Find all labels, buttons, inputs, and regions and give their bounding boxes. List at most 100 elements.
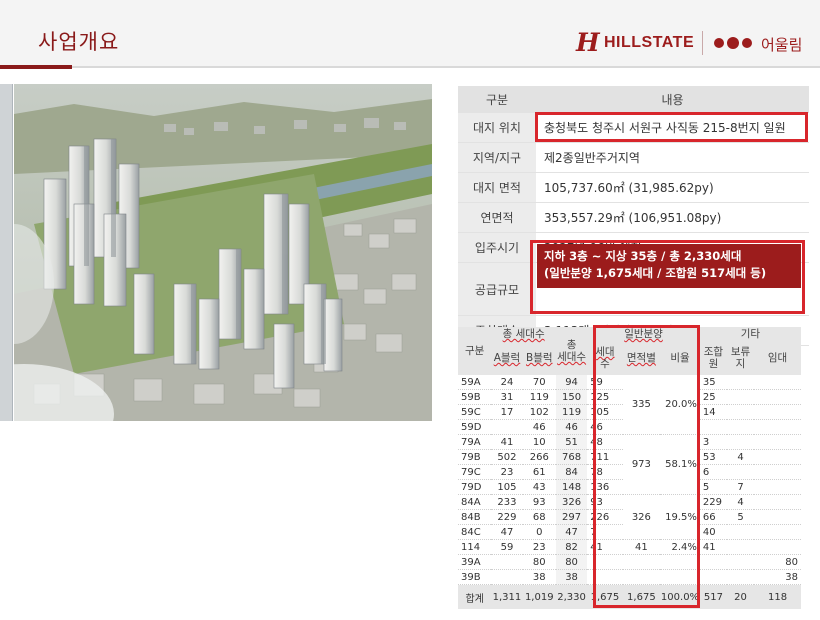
cell-rental: 80 (754, 554, 801, 570)
cell-rental (754, 464, 801, 480)
cell-reserve (726, 434, 755, 450)
cell-type: 59C (458, 404, 492, 420)
total-cell-reserve: 20 (726, 584, 755, 609)
cell-b: 102 (522, 404, 556, 420)
head-total-units: 총 세대수 (491, 327, 556, 341)
cell-a (491, 554, 523, 570)
cell-a: 105 (491, 479, 523, 495)
cell-union (699, 419, 727, 435)
brand-h-mark: H (576, 28, 600, 57)
cell-union: 6 (699, 464, 727, 480)
cell-total: 80 (555, 554, 588, 570)
cell-reserve (726, 569, 755, 585)
head-other: 기타 (699, 327, 801, 341)
cell-a (491, 569, 523, 585)
cell-total: 150 (555, 389, 588, 405)
info-label: 대지 면적 (458, 172, 536, 203)
cell-total: 38 (555, 569, 588, 585)
cell-a: 41 (491, 434, 523, 450)
head-total-line1: 총 (566, 339, 577, 351)
cell-type: 79D (458, 479, 492, 495)
cell-rental (754, 404, 801, 420)
brand-sub: 어울림 (761, 36, 803, 54)
cell-reserve (726, 404, 755, 420)
brand-separator (702, 31, 703, 55)
cell-a: 23 (491, 464, 523, 480)
cell-total: 297 (555, 509, 588, 525)
cell-b: 0 (522, 524, 556, 540)
info-value: 제2종일반주거지역 (536, 142, 809, 173)
cell-total: 82 (555, 539, 588, 555)
cell-rental (754, 494, 801, 510)
cell-total: 84 (555, 464, 588, 480)
cell-type: 59B (458, 389, 492, 405)
cell-reserve (726, 375, 755, 390)
cell-b: 61 (522, 464, 556, 480)
aerial-rendering-graphic (14, 84, 432, 421)
cell-union: 229 (699, 494, 727, 510)
cell-b: 266 (522, 449, 556, 465)
cell-b: 80 (522, 554, 556, 570)
location-highlight-box (535, 112, 808, 142)
cell-union: 25 (699, 389, 727, 405)
cell-type: 84A (458, 494, 492, 510)
info-value: 353,557.29㎡ (106,951.08py) (536, 202, 809, 233)
cell-reserve (726, 554, 755, 570)
head-union: 조합 원 (699, 341, 727, 375)
cell-rental (754, 375, 801, 390)
cell-type: 84B (458, 509, 492, 525)
cell-a: 31 (491, 389, 523, 405)
header-accent-bar (0, 65, 72, 69)
brand-name: HILLSTATE (604, 34, 695, 51)
cell-reserve (726, 539, 755, 555)
cell-union: 14 (699, 404, 727, 420)
info-head-content: 내용 (536, 86, 809, 113)
head-total: 총 세대수 (555, 327, 588, 375)
cell-type: 59A (458, 375, 492, 390)
cell-rental (754, 539, 801, 555)
cell-a: 59 (491, 539, 523, 555)
cell-union: 3 (699, 434, 727, 450)
total-cell-total: 2,330 (555, 584, 588, 609)
cell-union: 53 (699, 449, 727, 465)
total-cell-a: 1,311 (491, 584, 523, 609)
cell-total: 47 (555, 524, 588, 540)
cell-b: 68 (522, 509, 556, 525)
cell-rental (754, 509, 801, 525)
info-row-floor-area: 연면적 353,557.29㎡ (106,951.08py) (458, 202, 809, 233)
cell-reserve (726, 419, 755, 435)
cell-b: 23 (522, 539, 556, 555)
info-label: 입주시기 (458, 232, 536, 263)
cell-reserve: 7 (726, 479, 755, 495)
aerial-rendering-image (14, 84, 432, 421)
cell-rental (754, 389, 801, 405)
cell-type: 79B (458, 449, 492, 465)
cell-union: 66 (699, 509, 727, 525)
cell-total: 119 (555, 404, 588, 420)
head-type: 구분 (458, 327, 492, 375)
cell-union: 40 (699, 524, 727, 540)
cell-b: 10 (522, 434, 556, 450)
cell-b: 93 (522, 494, 556, 510)
header-divider (0, 66, 820, 68)
info-value: 105,737.60㎡ (31,985.62py) (536, 172, 809, 203)
info-label: 연면적 (458, 202, 536, 233)
cell-total: 326 (555, 494, 588, 510)
head-reserve-line1: 보류 (730, 346, 751, 358)
cell-union: 41 (699, 539, 727, 555)
cell-a: 233 (491, 494, 523, 510)
cell-a: 17 (491, 404, 523, 420)
cell-a: 47 (491, 524, 523, 540)
cell-reserve: 4 (726, 449, 755, 465)
total-cell-rental: 118 (754, 584, 801, 609)
cell-b: 46 (522, 419, 556, 435)
cell-a: 502 (491, 449, 523, 465)
header-bar (0, 0, 820, 68)
cell-rental (754, 479, 801, 495)
cell-reserve (726, 389, 755, 405)
cell-total: 148 (555, 479, 588, 495)
total-cell-b: 1,019 (522, 584, 556, 609)
cell-total: 51 (555, 434, 588, 450)
brand-dots-icon (714, 37, 752, 49)
head-reserve: 보류 지 (726, 341, 755, 375)
